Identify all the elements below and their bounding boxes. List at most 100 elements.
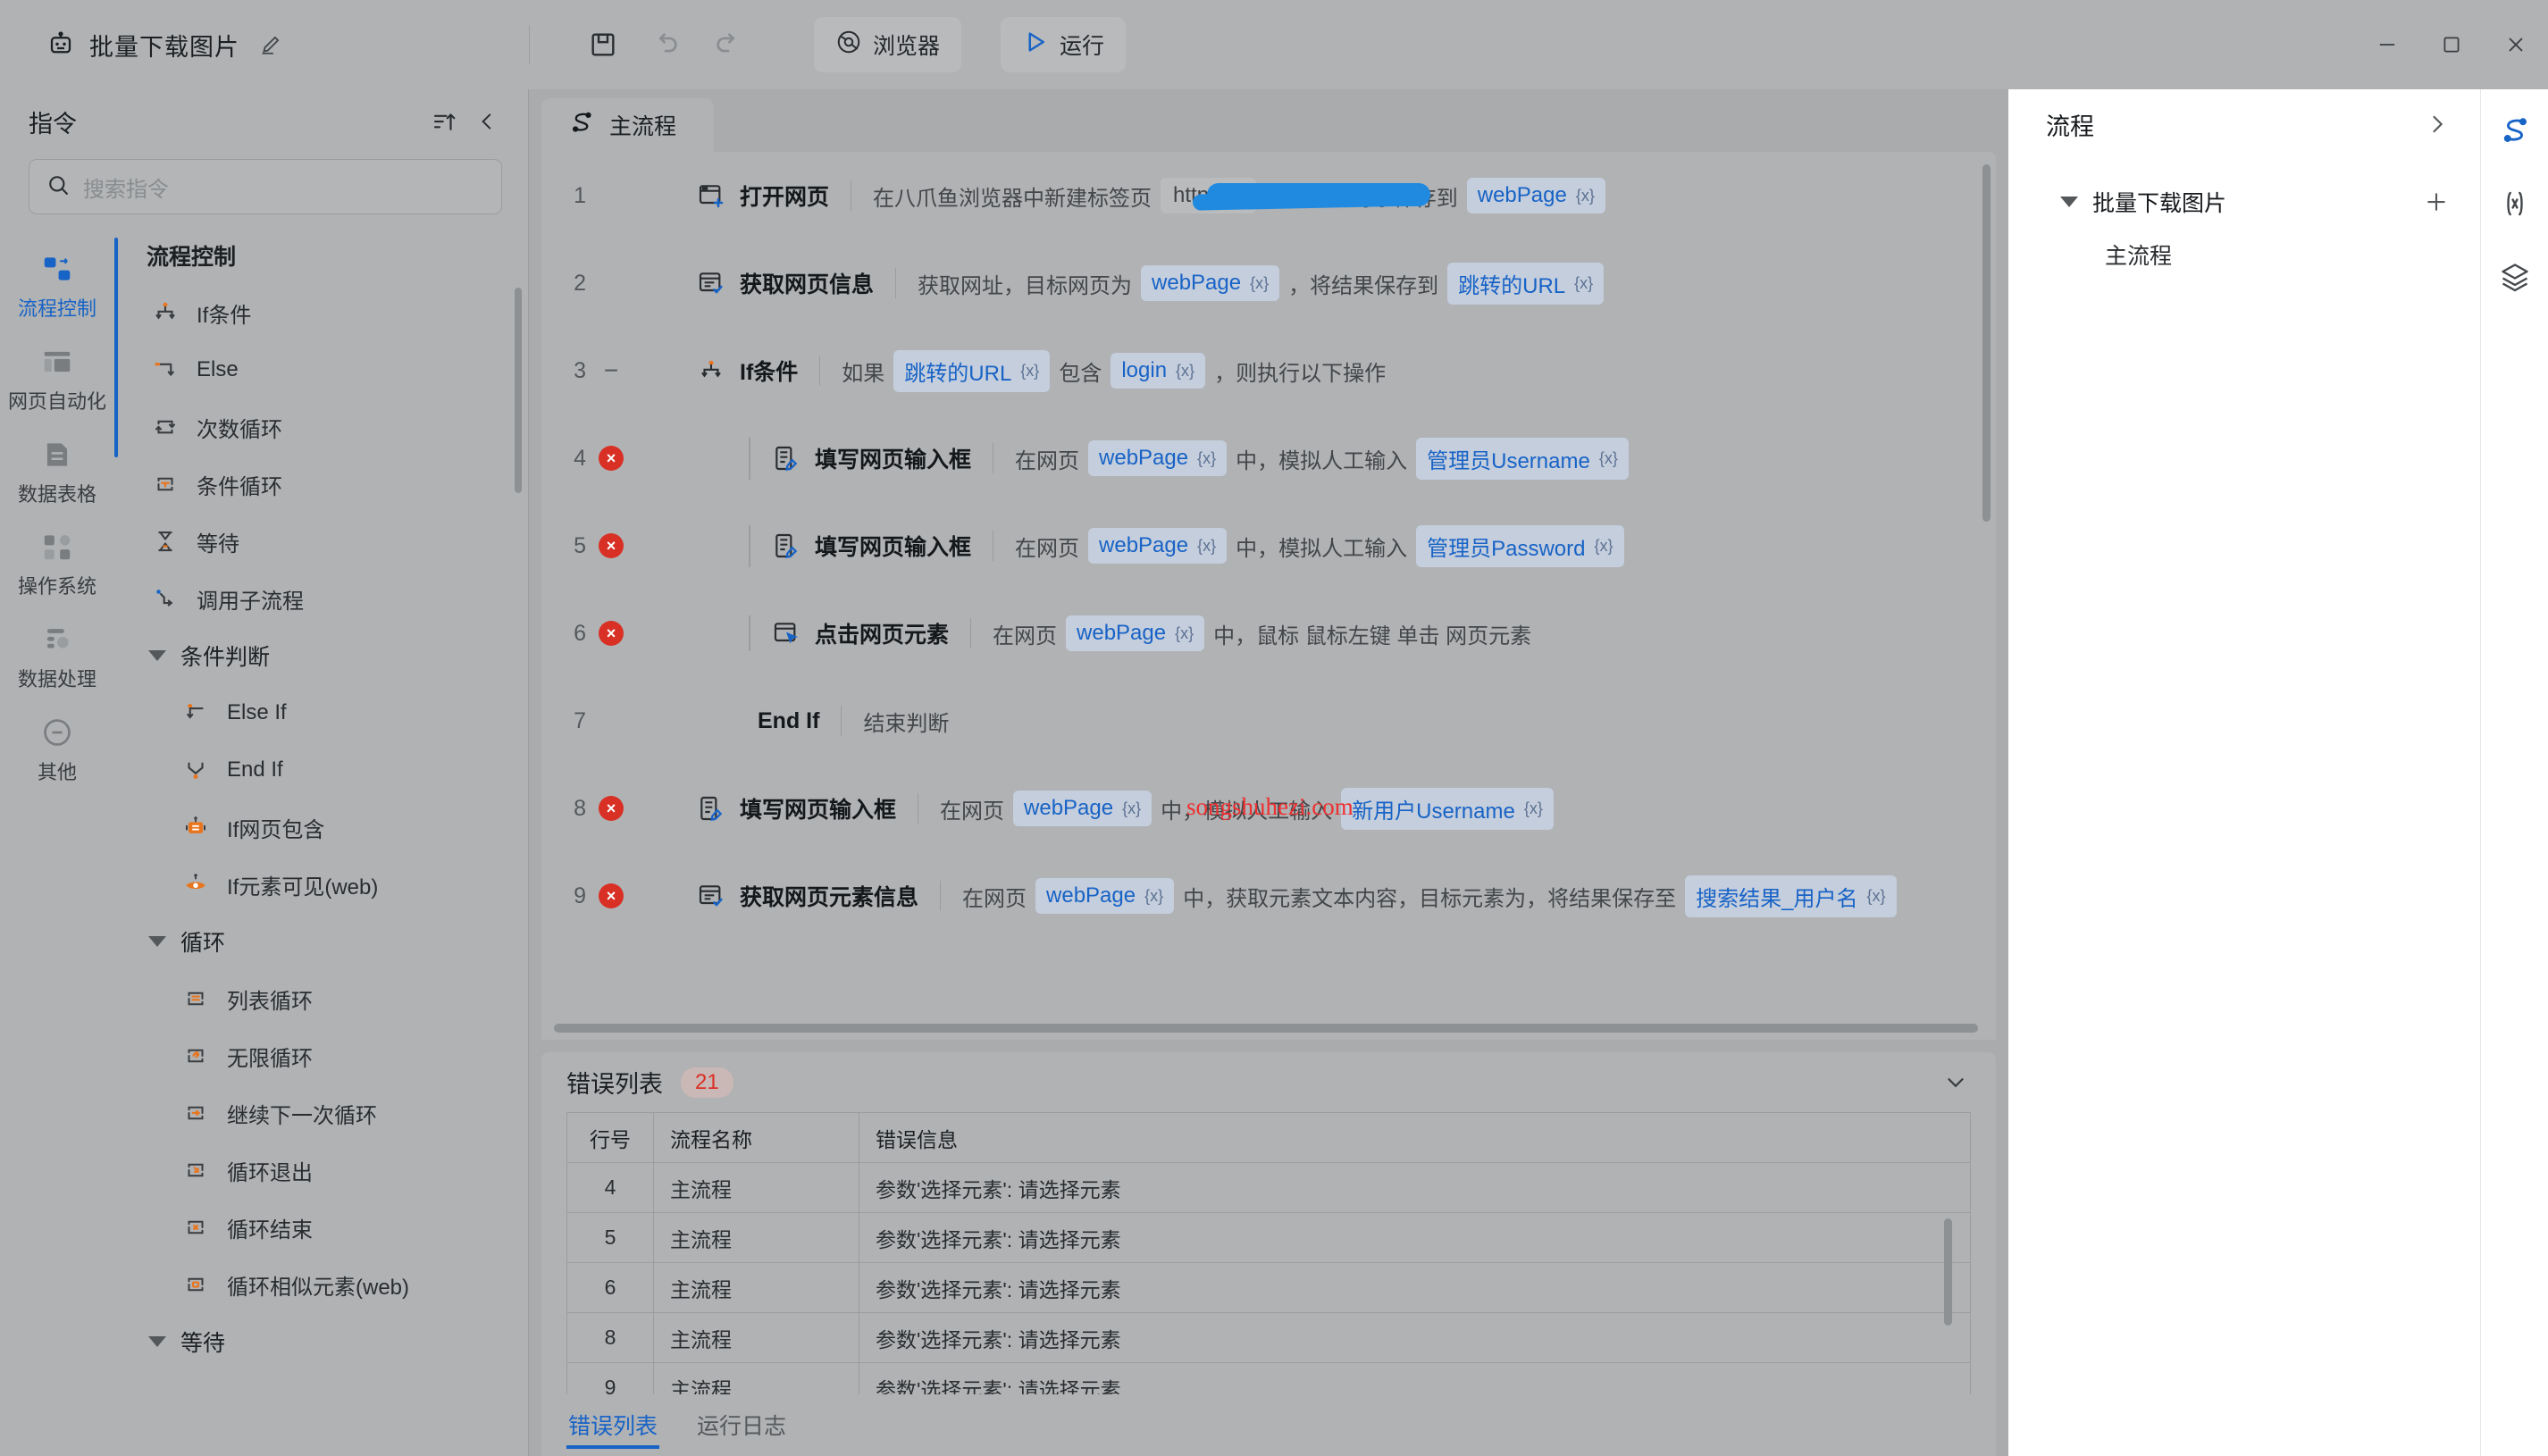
command-if-page-contains[interactable]: If网页包含: [134, 799, 520, 856]
step-row[interactable]: 5 × 填写网页输入框 在网页 webPage {x} 中，模拟人工输入 管理员…: [541, 502, 1996, 590]
table-row[interactable]: 4 主流程 参数'选择元素': 请选择元素: [567, 1163, 1970, 1214]
variable-chip[interactable]: webPage {x}: [1088, 440, 1228, 476]
command-count-loop[interactable]: 次数循环: [134, 398, 520, 456]
step-row[interactable]: 4 × 填写网页输入框 在网页 webPage {x} 中，模拟人工输入 管理员…: [541, 414, 1996, 502]
command-list-loop[interactable]: 列表循环: [134, 970, 520, 1027]
data-table-icon: [40, 438, 74, 476]
category-operating-system[interactable]: 操作系统: [7, 521, 107, 610]
category-other[interactable]: 其他: [7, 707, 107, 796]
category-data-table[interactable]: 数据表格: [7, 429, 107, 518]
table-row[interactable]: 9 主流程 参数'选择元素': 请选择元素: [567, 1363, 1970, 1394]
command-label: 等待: [197, 531, 239, 556]
variable-chip[interactable]: webPage {x}: [1141, 265, 1280, 301]
command-label: 无限循环: [227, 1046, 313, 1071]
rail-flow-icon[interactable]: [2494, 109, 2536, 152]
variable-chip[interactable]: webPage {x}: [1088, 528, 1228, 564]
error-table-scrollbar[interactable]: [1944, 1218, 1952, 1326]
variable-chip[interactable]: login {x}: [1111, 353, 1206, 389]
variable-chip[interactable]: webPage {x}: [1013, 791, 1152, 826]
command-if-element-visible[interactable]: If元素可见(web): [134, 856, 520, 913]
step-row[interactable]: 7 End If 结束判断: [541, 677, 1996, 765]
command-else[interactable]: Else: [134, 341, 520, 398]
cell-flow: 主流程: [653, 1263, 859, 1313]
category-label: 数据表格: [17, 482, 96, 506]
variable-chip[interactable]: webPage {x}: [1066, 615, 1205, 651]
search-input[interactable]: 搜索指令: [29, 159, 502, 214]
close-button[interactable]: [2484, 0, 2548, 89]
variable-chip[interactable]: 新用户Username {x}: [1341, 787, 1554, 830]
browser-button[interactable]: 浏览器: [814, 17, 962, 72]
step-number: 8: [574, 795, 586, 821]
step-name: 填写网页输入框: [815, 535, 972, 560]
variable-chip[interactable]: 管理员Username {x}: [1416, 437, 1629, 480]
command-call-subflow[interactable]: 调用子流程: [134, 570, 520, 627]
command-end-if[interactable]: End If: [134, 741, 520, 799]
category-web-automation[interactable]: 网页自动化: [7, 336, 107, 425]
command-end-loop[interactable]: 循环结束: [134, 1199, 520, 1256]
step-row[interactable]: 3 − If条件 如果 跳转的URL {x} 包含 login {x} ，则执行…: [541, 327, 1996, 414]
command-group-wait[interactable]: 等待: [134, 1313, 520, 1370]
triangle-down-icon: [148, 936, 166, 947]
step-row[interactable]: 6 × 点击网页元素 在网页 webPage {x} 中，鼠标 鼠标左键 单击 …: [541, 590, 1996, 677]
pencil-icon[interactable]: [259, 33, 282, 56]
table-row[interactable]: 8 主流程 参数'选择元素': 请选择元素: [567, 1313, 1970, 1364]
canvas-vertical-scrollbar[interactable]: [1982, 164, 1991, 522]
cell-flow: 主流程: [653, 1163, 859, 1213]
command-continue-loop[interactable]: 继续下一次循环: [134, 1084, 520, 1142]
collapse-panel-icon[interactable]: [472, 106, 502, 137]
tab-main-flow[interactable]: 主流程: [541, 98, 715, 152]
run-button[interactable]: 运行: [1001, 17, 1127, 72]
url-chip[interactable]: http://gi: [1161, 178, 1431, 213]
tab-run-log[interactable]: 运行日志: [697, 1394, 786, 1456]
command-wait[interactable]: 等待: [134, 513, 520, 570]
step-row[interactable]: 2 获取网页信息 获取网址，目标网页为 webPage {x} ，将结果保存到 …: [541, 239, 1996, 327]
step-body: 填写网页输入框 在网页 webPage {x} 中，模拟人工输入: [672, 524, 1996, 567]
tree-child-main-flow[interactable]: 主流程: [2008, 229, 2480, 280]
step-row[interactable]: 1 打开网页 在八爪鱼浏览器中新建标签页 webPage {x}: [541, 152, 1996, 239]
step-collapse-toggle[interactable]: −: [586, 358, 636, 383]
instructions-scrollbar[interactable]: [515, 288, 522, 493]
category-data-processing[interactable]: 数据处理: [7, 614, 107, 703]
triangle-down-icon[interactable]: [2060, 197, 2078, 207]
command-else-if[interactable]: Else If: [134, 684, 520, 741]
table-row[interactable]: 6 主流程 参数'选择元素': 请选择元素: [567, 1263, 1970, 1314]
instructions-panel: 指令 搜索指令 流程控制 网页自动化 数据表格 操作系统 数据处理 其他 流程控…: [0, 89, 529, 1456]
command-condition-loop[interactable]: 条件循环: [134, 456, 520, 513]
rail-variables-icon[interactable]: [2494, 182, 2536, 225]
command-break-loop[interactable]: 循环退出: [134, 1142, 520, 1199]
command-if-condition[interactable]: If条件: [134, 284, 520, 341]
tree-root-item[interactable]: 批量下载图片: [2008, 175, 2480, 229]
step-row[interactable]: 8 × 填写网页输入框 在网页 webPage {x} 中，模拟人工输入 新用户…: [541, 765, 1996, 852]
plus-icon[interactable]: [2421, 187, 2452, 217]
rail-layers-icon[interactable]: [2494, 255, 2536, 298]
variable-chip[interactable]: webPage {x}: [1035, 878, 1175, 914]
command-infinite-loop[interactable]: 无限循环: [134, 1027, 520, 1084]
chevron-down-icon[interactable]: [1940, 1067, 1971, 1098]
if-condition-icon: [695, 355, 727, 387]
instructions-body: 流程控制 网页自动化 数据表格 操作系统 数据处理 其他 流程控制 If条件 E…: [0, 234, 529, 1456]
command-group-condition-judgement[interactable]: 条件判断: [134, 627, 520, 684]
variable-chip[interactable]: 跳转的URL {x}: [1447, 262, 1605, 305]
redo-button[interactable]: [701, 18, 755, 71]
save-button[interactable]: [576, 18, 630, 71]
variable-chip[interactable]: webPage {x}: [1466, 178, 1605, 213]
undo-button[interactable]: [639, 18, 692, 71]
minimize-button[interactable]: [2355, 0, 2419, 89]
sort-icon[interactable]: [429, 106, 459, 137]
chevron-right-icon[interactable]: [2423, 110, 2452, 138]
column-header-line: 行号: [590, 1127, 631, 1151]
variable-chip[interactable]: 跳转的URL {x}: [893, 349, 1051, 392]
table-row[interactable]: 5 主流程 参数'选择元素': 请选择元素: [567, 1213, 1970, 1264]
command-loop-similar-elements[interactable]: 循环相似元素(web): [134, 1256, 520, 1313]
canvas-horizontal-scrollbar[interactable]: [554, 1024, 1978, 1033]
tab-error-list[interactable]: 错误列表: [566, 1394, 660, 1456]
command-label: 调用子流程: [197, 589, 304, 614]
variable-chip[interactable]: 管理员Password {x}: [1416, 524, 1624, 567]
variable-chip[interactable]: 搜索结果_用户名 {x}: [1685, 874, 1897, 917]
command-group-loop[interactable]: 循环: [134, 913, 520, 970]
category-flow-control[interactable]: 流程控制: [7, 243, 107, 332]
command-list: 流程控制 If条件 Else 次数循环 条件循环 等待 调用子流程 条件判断 E…: [134, 234, 529, 1370]
maximize-button[interactable]: [2419, 0, 2484, 89]
step-row[interactable]: 9 × 获取网页元素信息 在网页 webPage {x} 中，获取元素文本内容，…: [541, 852, 1996, 940]
cell-line: 8: [604, 1326, 616, 1350]
